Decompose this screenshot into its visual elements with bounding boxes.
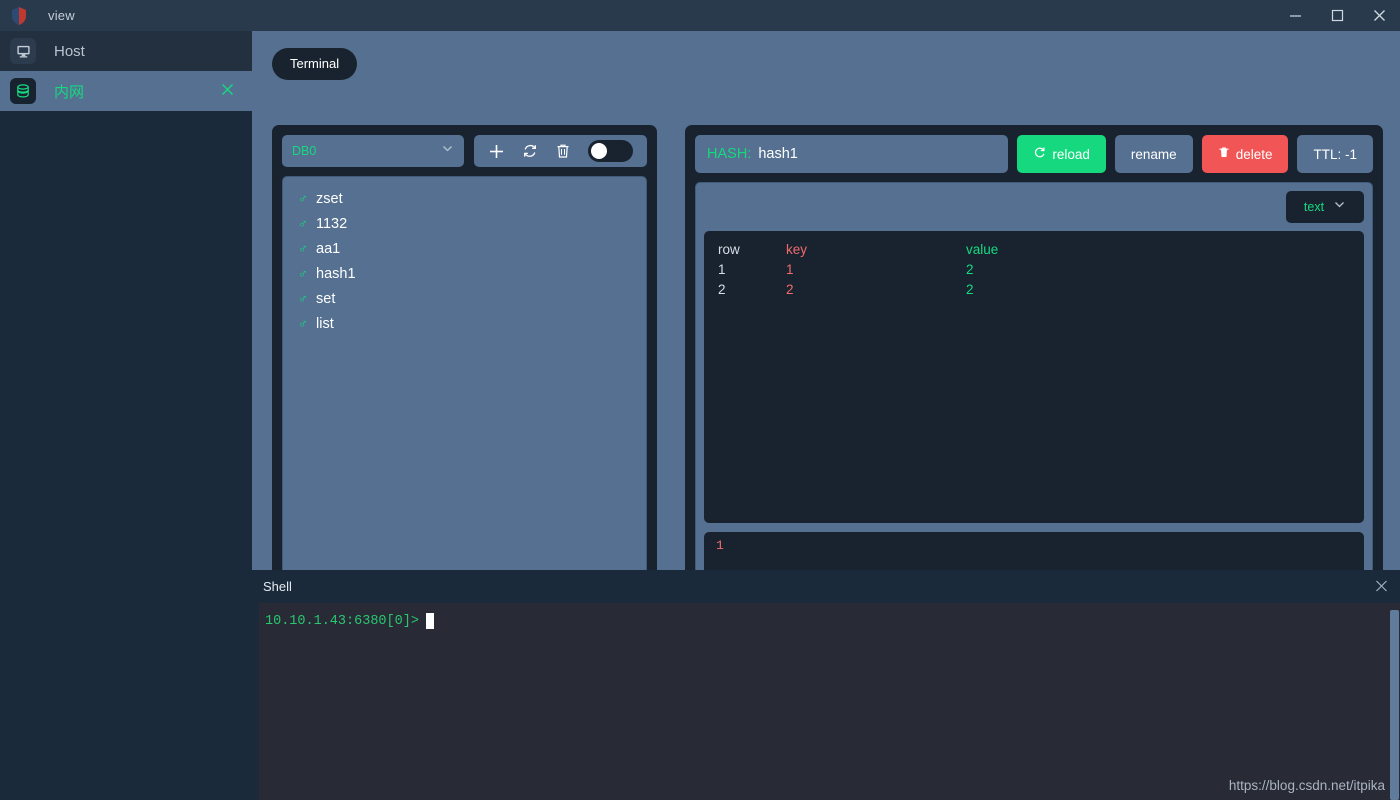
reload-button[interactable]: reload	[1017, 135, 1106, 173]
block-cursor	[425, 613, 434, 629]
rename-button[interactable]: rename	[1114, 135, 1193, 173]
shell-title: Shell	[263, 579, 292, 594]
tab-terminal[interactable]: Terminal	[272, 48, 358, 80]
hash-data-table[interactable]: row key value 1 1 2 2 2 2	[704, 231, 1364, 523]
key-label: list	[316, 315, 334, 332]
table-row[interactable]: 1 1 2	[718, 262, 1350, 282]
cell-row: 2	[718, 282, 726, 297]
key-type-label: HASH:	[707, 146, 752, 162]
list-item[interactable]: ♂ zset	[289, 186, 640, 211]
db-select-value: DB0	[292, 144, 317, 158]
key-list[interactable]: ♂ zset ♂ 1132 ♂ aa1 ♂ hash1 ♂ set ♂ list	[282, 176, 647, 625]
close-icon[interactable]	[1375, 579, 1388, 594]
key-icon: ♂	[298, 291, 308, 306]
monitor-icon	[10, 38, 36, 64]
cell-value: 2	[966, 282, 974, 297]
view-format-select[interactable]: text	[1286, 191, 1364, 223]
key-icon: ♂	[298, 191, 308, 206]
list-item[interactable]: ♂ 1132	[289, 211, 640, 236]
sidebar: Host 内网	[0, 31, 252, 800]
view-format-value: text	[1303, 200, 1325, 214]
key-label: hash1	[316, 265, 356, 282]
key-label: 1132	[316, 215, 348, 232]
key-icon: ♂	[298, 266, 308, 281]
window-controls	[1274, 0, 1400, 31]
toggle-knob	[590, 143, 607, 159]
table-header-row: row key value	[718, 242, 1350, 262]
key-toolbar: DB0	[282, 135, 647, 167]
column-header-row: row	[718, 242, 740, 257]
sidebar-item-label: 内网	[54, 83, 85, 101]
terminal-line: 10.10.1.43:6380[0]>	[265, 613, 1400, 629]
shield-icon	[8, 5, 30, 27]
rename-label: rename	[1130, 146, 1177, 162]
list-item[interactable]: ♂ list	[289, 311, 640, 336]
db-select[interactable]: DB0	[282, 135, 464, 167]
sidebar-item-intranet[interactable]: 内网	[0, 71, 252, 111]
ttl-label: TTL: -1	[1313, 146, 1357, 162]
key-name-value: hash1	[758, 146, 798, 162]
column-header-key: key	[786, 242, 808, 257]
trash-icon[interactable]	[555, 143, 571, 159]
terminal[interactable]: 10.10.1.43:6380[0]>	[259, 603, 1400, 800]
sidebar-item-host[interactable]: Host	[0, 31, 252, 71]
list-item[interactable]: ♂ aa1	[289, 236, 640, 261]
key-icon: ♂	[298, 216, 308, 231]
cell-key: 1	[786, 262, 794, 277]
chevron-down-icon	[441, 142, 454, 160]
cell-value: 2	[966, 262, 974, 277]
watermark: https://blog.csdn.net/itpika	[1228, 778, 1385, 793]
plus-icon[interactable]	[488, 143, 505, 160]
close-icon[interactable]	[1358, 0, 1400, 31]
close-icon[interactable]	[221, 83, 234, 99]
cell-row: 1	[718, 262, 726, 277]
key-icon: ♂	[298, 316, 308, 331]
key-list-panel: DB0 ♂ zset ♂ 1132 ♂ aa1 ♂ hash1 ♂ set ♂ …	[272, 125, 657, 635]
list-item[interactable]: ♂ set	[289, 286, 640, 311]
terminal-scrollbar[interactable]	[1390, 610, 1399, 800]
maximize-icon[interactable]	[1316, 0, 1358, 31]
title-bar: view	[0, 0, 1400, 31]
minimize-icon[interactable]	[1274, 0, 1316, 31]
key-label: zset	[316, 190, 343, 207]
table-row[interactable]: 2 2 2	[718, 282, 1350, 302]
refresh-icon	[1033, 146, 1046, 162]
refresh-icon[interactable]	[522, 143, 538, 159]
value-body: text row key value 1 1 2 2 2 2 1	[695, 182, 1373, 625]
app-title: view	[48, 8, 75, 23]
key-name-field[interactable]: HASH: hash1	[695, 135, 1009, 173]
key-action-buttons	[474, 135, 647, 167]
ttl-button[interactable]: TTL: -1	[1297, 135, 1373, 173]
column-header-value: value	[966, 242, 999, 257]
tab-bar: Terminal	[272, 48, 358, 80]
trash-icon	[1218, 146, 1230, 162]
list-item[interactable]: ♂ hash1	[289, 261, 640, 286]
value-panel: HASH: hash1 reload rename delete TTL: -1…	[685, 125, 1383, 635]
value-header: HASH: hash1 reload rename delete TTL: -1	[695, 135, 1373, 173]
delete-label: delete	[1235, 146, 1273, 162]
terminal-prompt: 10.10.1.43:6380[0]>	[265, 613, 419, 629]
reload-label: reload	[1052, 146, 1090, 162]
shell-header: Shell	[252, 570, 1400, 603]
auto-refresh-toggle[interactable]	[587, 140, 633, 162]
shell-panel: Shell 10.10.1.43:6380[0]> https://blog.c…	[252, 570, 1400, 800]
delete-button[interactable]: delete	[1201, 135, 1289, 173]
view-format-row: text	[704, 191, 1364, 223]
cell-key: 2	[786, 282, 794, 297]
key-label: set	[316, 290, 336, 307]
sidebar-item-label: Host	[54, 42, 85, 60]
database-icon	[10, 78, 36, 104]
key-label: aa1	[316, 240, 341, 257]
key-icon: ♂	[298, 241, 308, 256]
chevron-down-icon	[1333, 198, 1346, 216]
field-editor-value: 1	[716, 538, 724, 553]
